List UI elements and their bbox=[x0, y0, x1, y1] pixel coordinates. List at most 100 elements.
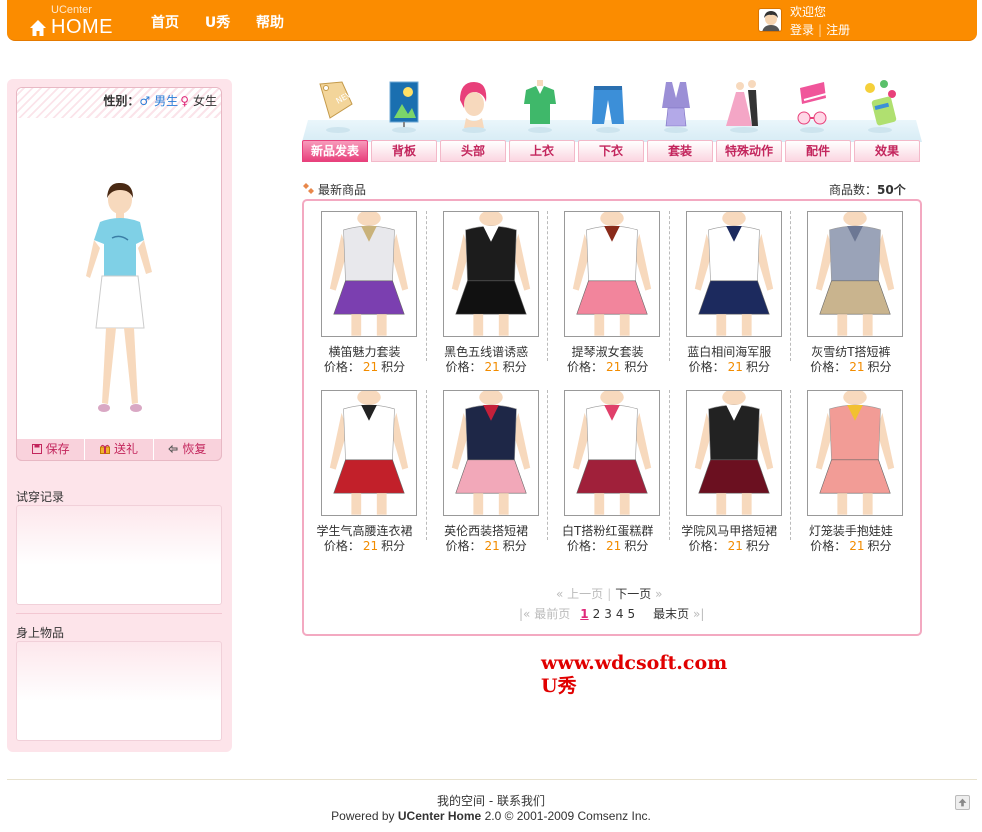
product-thumbnail[interactable] bbox=[685, 389, 782, 516]
pants-icon bbox=[592, 86, 624, 133]
product-price-value: 21 bbox=[606, 360, 622, 374]
product-thumbnail[interactable] bbox=[564, 389, 661, 516]
outfit-image bbox=[451, 389, 530, 515]
product-thumbnail[interactable] bbox=[685, 210, 782, 337]
tab-new[interactable]: 新品发表 bbox=[302, 140, 368, 162]
next-page-link[interactable]: 下一页 bbox=[615, 587, 651, 601]
last-page-link[interactable]: 最末页 bbox=[653, 607, 689, 621]
gender-male-option[interactable]: 男生 bbox=[154, 94, 178, 108]
product-card[interactable]: 学院风马甲搭短裙 价格： 21 积分 bbox=[669, 380, 790, 553]
product-thumbnail[interactable] bbox=[807, 210, 904, 337]
category-tabs: NEW 新品发表 背板 头部 上衣 下衣 套装 特殊动作 配件 效果 bbox=[302, 78, 922, 168]
double-left-icon: « bbox=[556, 587, 564, 601]
welcome-text: 欢迎您 bbox=[790, 5, 827, 19]
worn-items-title: 身上物品 bbox=[16, 626, 65, 640]
pager-prev-next: « 上一页 | 下一页 » bbox=[556, 587, 663, 601]
page-3[interactable]: 3 bbox=[604, 607, 612, 621]
outfit-image bbox=[573, 210, 652, 336]
main-nav: 首页 U秀 帮助 bbox=[151, 12, 306, 32]
product-thumbnail[interactable] bbox=[321, 210, 417, 337]
female-icon: ♀ bbox=[180, 94, 189, 108]
product-price: 价格： 21 积分 bbox=[688, 539, 770, 553]
outfit-image bbox=[329, 210, 409, 336]
restore-icon bbox=[168, 444, 178, 454]
avatar-icon bbox=[762, 11, 780, 31]
product-thumbnail[interactable] bbox=[321, 389, 417, 516]
product-price-value: 21 bbox=[849, 360, 865, 374]
tab-bottom[interactable]: 下衣 bbox=[578, 140, 644, 162]
product-price-value: 21 bbox=[727, 539, 743, 553]
left-sidebar: 性别：♂ 男生 ♀ 女生 保存 送礼 恢复 试穿记录 身上物品 bbox=[7, 79, 232, 752]
nav-help[interactable]: 帮助 bbox=[256, 15, 284, 31]
hair-icon bbox=[460, 82, 487, 133]
gender-label: 性别： bbox=[103, 94, 140, 108]
save-label: 保存 bbox=[45, 442, 70, 456]
footer-product[interactable]: UCenter Home bbox=[398, 809, 481, 823]
avatar-preview: 性别：♂ 男生 ♀ 女生 bbox=[16, 87, 222, 461]
nav-home[interactable]: 首页 bbox=[151, 15, 179, 31]
pager-pages: |« 最前页 1 2 3 4 5 最末页 »| bbox=[519, 605, 704, 622]
gender-female-option[interactable]: 女生 bbox=[193, 94, 217, 108]
product-card[interactable]: 英伦西装搭短裙 价格： 21 积分 bbox=[426, 380, 547, 553]
page-2[interactable]: 2 bbox=[593, 607, 601, 621]
product-thumbnail[interactable] bbox=[564, 210, 661, 337]
tab-top[interactable]: 上衣 bbox=[509, 140, 575, 162]
product-price-value: 21 bbox=[362, 360, 379, 374]
shirt-icon bbox=[524, 80, 556, 133]
tab-special-action[interactable]: 特殊动作 bbox=[716, 140, 782, 162]
product-card[interactable]: 灯笼装手抱娃娃 价格： 21 积分 bbox=[790, 380, 911, 553]
history-title: 试穿记录 bbox=[16, 490, 65, 504]
outfit-image bbox=[816, 210, 895, 336]
tab-effect[interactable]: 效果 bbox=[854, 140, 920, 162]
suit-icon bbox=[662, 82, 690, 133]
watermark: www.wdcsoft.com U秀 bbox=[541, 652, 727, 698]
product-price: 价格： 21 积分 bbox=[810, 360, 892, 374]
page-4[interactable]: 4 bbox=[616, 607, 624, 621]
prev-page-link: 上一页 bbox=[567, 587, 604, 601]
avatar[interactable] bbox=[758, 8, 782, 32]
preview-toolbar: 保存 送礼 恢复 bbox=[16, 439, 222, 461]
product-price-value: 21 bbox=[484, 539, 500, 553]
outfit-image bbox=[694, 210, 773, 336]
arrow-up-icon bbox=[958, 798, 967, 807]
tab-backboard[interactable]: 背板 bbox=[371, 140, 437, 162]
gift-icon bbox=[99, 444, 110, 454]
nav-ushow[interactable]: U秀 bbox=[205, 15, 230, 31]
tab-head[interactable]: 头部 bbox=[440, 140, 506, 162]
product-thumbnail[interactable] bbox=[442, 389, 539, 516]
page-5[interactable]: 5 bbox=[628, 607, 636, 621]
product-price: 价格： 21 积分 bbox=[323, 539, 406, 553]
save-button[interactable]: 保存 bbox=[17, 439, 86, 460]
product-card[interactable]: 黑色五线谱诱惑 价格： 21 积分 bbox=[426, 201, 547, 374]
product-card[interactable]: 学生气高腰连衣裙 价格： 21 积分 bbox=[304, 380, 425, 553]
tab-accessory[interactable]: 配件 bbox=[785, 140, 851, 162]
last-icon: »| bbox=[693, 607, 705, 621]
backboard-icon bbox=[389, 81, 419, 133]
product-price: 价格： 21 积分 bbox=[323, 360, 406, 374]
product-price: 价格： 21 积分 bbox=[688, 360, 770, 374]
product-price-value: 21 bbox=[849, 539, 865, 553]
restore-button[interactable]: 恢复 bbox=[154, 439, 221, 460]
outfit-image bbox=[573, 389, 652, 515]
tab-suit[interactable]: 套装 bbox=[647, 140, 713, 162]
back-to-top-button[interactable] bbox=[955, 795, 970, 810]
product-thumbnail[interactable] bbox=[442, 210, 539, 337]
footer-links[interactable]: 我的空间 - 联系我们 bbox=[0, 792, 982, 809]
product-card[interactable]: 蓝白相间海军服 价格： 21 积分 bbox=[669, 201, 790, 374]
product-card[interactable]: 白T搭粉红蛋糕群 价格： 21 积分 bbox=[547, 380, 668, 553]
outfit-image bbox=[816, 389, 895, 515]
product-card[interactable]: 灰雪纺T搭短裤 价格： 21 积分 bbox=[790, 201, 911, 374]
product-thumbnail[interactable] bbox=[807, 389, 904, 516]
product-card[interactable]: 提琴淑女套装 价格： 21 积分 bbox=[547, 201, 668, 374]
register-link[interactable]: 注册 bbox=[826, 23, 850, 37]
gender-selector: 性别：♂ 男生 ♀ 女生 bbox=[103, 92, 217, 109]
top-header: UCenter HOME 首页 U秀 帮助 欢迎您 登录 | 注册 bbox=[7, 0, 977, 41]
user-box: 欢迎您 登录 | 注册 bbox=[758, 5, 958, 37]
product-price: 价格： 21 积分 bbox=[445, 539, 527, 553]
login-link[interactable]: 登录 bbox=[790, 23, 814, 37]
product-card[interactable]: 横笛魅力套装 价格： 21 积分 bbox=[304, 201, 425, 374]
product-price-value: 21 bbox=[606, 539, 622, 553]
gift-button[interactable]: 送礼 bbox=[85, 439, 154, 460]
logo-small-text: UCenter bbox=[51, 4, 92, 16]
product-panel: 横笛魅力套装 价格： 21 积分 黑色五线谱诱惑 价格： 21 积分 提琴淑女套装 价格： 21 积分… bbox=[302, 199, 922, 636]
